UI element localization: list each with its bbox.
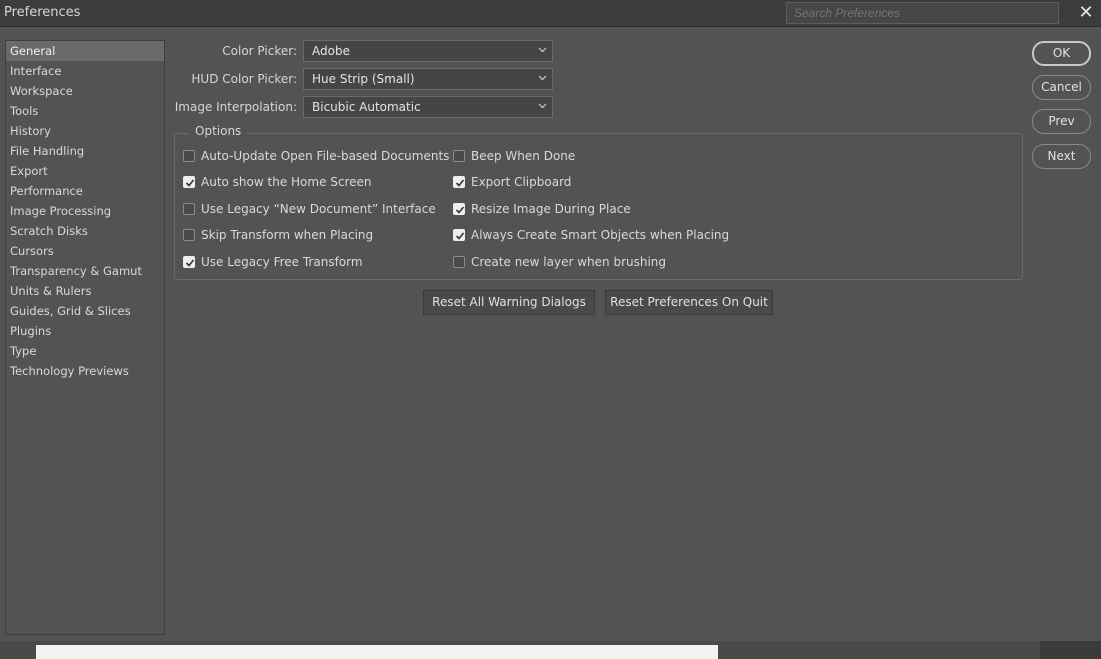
sidebar-item-file-handling[interactable]: File Handling [6, 141, 164, 161]
option-label: Beep When Done [471, 149, 576, 163]
sidebar-item-export[interactable]: Export [6, 161, 164, 181]
hud-color-picker-select[interactable]: Hue Strip (Small) [303, 68, 553, 90]
chevron-down-icon [538, 75, 547, 81]
checkbox[interactable] [453, 203, 465, 215]
preferences-sidebar: General Interface Workspace Tools Histor… [5, 40, 165, 635]
checkbox[interactable] [453, 256, 465, 268]
close-icon[interactable]: ✕ [1076, 3, 1096, 23]
color-picker-value: Adobe [312, 44, 350, 58]
ok-button[interactable]: OK [1032, 41, 1091, 66]
options-group-title: Options [189, 124, 248, 138]
next-button[interactable]: Next [1032, 144, 1091, 169]
checkbox[interactable] [183, 150, 195, 162]
checkmark-icon [455, 232, 465, 240]
checkbox[interactable] [453, 150, 465, 162]
checkmark-icon [185, 179, 195, 187]
chevron-down-icon [538, 47, 547, 53]
sidebar-item-type[interactable]: Type [6, 341, 164, 361]
checkbox[interactable] [183, 203, 195, 215]
option-label: Export Clipboard [471, 175, 572, 189]
background-document [36, 645, 718, 659]
option-label: Use Legacy “New Document” Interface [201, 202, 436, 216]
window-title: Preferences [4, 5, 81, 20]
option-label: Use Legacy Free Transform [201, 255, 363, 269]
checkbox[interactable] [453, 229, 465, 241]
sidebar-item-units-rulers[interactable]: Units & Rulers [6, 281, 164, 301]
sidebar-item-scratch-disks[interactable]: Scratch Disks [6, 221, 164, 241]
search-input[interactable] [786, 2, 1059, 24]
sidebar-item-transparency-gamut[interactable]: Transparency & Gamut [6, 261, 164, 281]
reset-warning-dialogs-button[interactable]: Reset All Warning Dialogs [423, 290, 595, 315]
option-label: Auto-Update Open File-based Documents [201, 149, 450, 163]
option-label: Auto show the Home Screen [201, 175, 372, 189]
option-label: Create new layer when brushing [471, 255, 667, 269]
sidebar-item-cursors[interactable]: Cursors [6, 241, 164, 261]
image-interpolation-value: Bicubic Automatic [312, 100, 421, 114]
image-interpolation-select[interactable]: Bicubic Automatic [303, 96, 553, 118]
sidebar-item-performance[interactable]: Performance [6, 181, 164, 201]
chevron-down-icon [538, 103, 547, 109]
reset-preferences-button[interactable]: Reset Preferences On Quit [605, 290, 773, 315]
color-picker-label: Color Picker: [222, 44, 297, 58]
option-label: Skip Transform when Placing [201, 228, 374, 242]
cancel-button[interactable]: Cancel [1032, 75, 1091, 100]
prev-button[interactable]: Prev [1032, 109, 1091, 134]
sidebar-item-image-processing[interactable]: Image Processing [6, 201, 164, 221]
sidebar-item-history[interactable]: History [6, 121, 164, 141]
hud-color-picker-value: Hue Strip (Small) [312, 72, 415, 86]
checkbox[interactable] [183, 256, 195, 268]
sidebar-item-plugins[interactable]: Plugins [6, 321, 164, 341]
checkmark-icon [185, 259, 195, 267]
checkbox[interactable] [183, 176, 195, 188]
checkmark-icon [455, 206, 465, 214]
sidebar-item-technology-previews[interactable]: Technology Previews [6, 361, 164, 381]
checkbox[interactable] [453, 176, 465, 188]
checkmark-icon [455, 179, 465, 187]
option-label: Always Create Smart Objects when Placing [471, 228, 730, 242]
background-panel [1040, 641, 1101, 659]
hud-color-picker-label: HUD Color Picker: [191, 72, 297, 86]
checkbox[interactable] [183, 229, 195, 241]
image-interpolation-label: Image Interpolation: [174, 100, 297, 114]
sidebar-item-guides-grid-slices[interactable]: Guides, Grid & Slices [6, 301, 164, 321]
color-picker-select[interactable]: Adobe [303, 40, 553, 62]
option-label: Resize Image During Place [471, 202, 631, 216]
title-bar: Preferences ✕ [0, 0, 1101, 27]
